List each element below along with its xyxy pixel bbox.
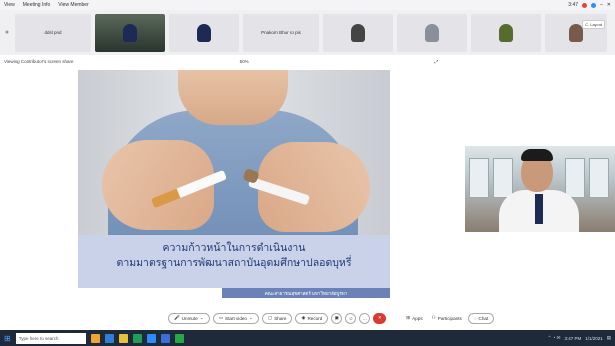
folder-icon[interactable] xyxy=(118,333,128,343)
participant-tile[interactable]: Pnakorn Bhur ro pis xyxy=(243,13,319,52)
record-icon: ◉ xyxy=(301,315,306,320)
unmute-button[interactable]: 🎤 Unmute ⌄ xyxy=(168,312,210,324)
chat-button[interactable]: ◌ Chat xyxy=(467,312,495,324)
start-video-label: Start video xyxy=(225,315,247,321)
meeting-window: View Meeting Info View Member 3:47 – ✕ ●… xyxy=(0,0,615,346)
window-shape xyxy=(493,158,513,198)
participant-avatar xyxy=(351,23,365,42)
speaker-tie-shape xyxy=(535,194,543,224)
participant-video xyxy=(123,23,137,42)
speaker-hair-shape xyxy=(521,149,553,161)
window-shape xyxy=(589,158,609,198)
participant-tile[interactable] xyxy=(471,13,541,52)
slide-subtitle: คณะสาธารณสุขศาสตร์ มหาวิทยาลัยบูรพา xyxy=(222,288,390,298)
app-icon[interactable] xyxy=(132,333,142,343)
tray-icons[interactable]: ⌃ ◔ ✉ xyxy=(548,335,561,341)
topbar-right: 3:47 – ✕ xyxy=(568,2,611,8)
menu-view[interactable]: View xyxy=(4,2,15,8)
apps-label: Apps xyxy=(412,315,423,321)
slide-title-line1: ความก้าวหน้าในการดำเนินงาน xyxy=(162,242,306,254)
zoom-level[interactable]: 50% xyxy=(240,59,249,64)
participant-name: ddsl pnd xyxy=(44,30,62,35)
strip-prev-icon[interactable]: ● xyxy=(3,29,11,36)
app-icon[interactable] xyxy=(104,333,114,343)
captions-button[interactable]: ▣ xyxy=(331,312,343,324)
speaker-video[interactable] xyxy=(465,146,615,232)
speaker-tooltip: C. Lay.nd xyxy=(582,19,605,29)
close-icon[interactable]: ✕ xyxy=(607,2,611,8)
app-icon[interactable] xyxy=(174,333,184,343)
minimize-icon[interactable]: – xyxy=(600,2,603,8)
taskbar-date: 1/1/2021 xyxy=(585,335,603,341)
participant-avatar xyxy=(569,23,583,42)
menu-view-member[interactable]: View Member xyxy=(58,2,88,8)
clock: 3:47 xyxy=(568,2,579,8)
shared-slide: ความก้าวหน้าในการดำเนินงาน ตามมาตรฐานการ… xyxy=(26,70,460,306)
window-shape xyxy=(565,158,585,198)
participant-tile[interactable]: ddsl pnd xyxy=(15,13,91,52)
participant-strip: ● ddsl pnd Pnakorn Bhur ro pis C. Lay.nd xyxy=(0,10,615,55)
smile-icon: ☺ xyxy=(348,315,354,321)
start-video-button[interactable]: ▭ Start video ⌄ xyxy=(212,312,259,324)
record-button[interactable]: ◉ Record xyxy=(295,312,329,324)
record-dot-icon xyxy=(582,2,588,8)
apps-icon: ⊞ xyxy=(406,315,411,320)
more-button[interactable]: … xyxy=(359,312,371,324)
meeting-controls: 🎤 Unmute ⌄ ▭ Start video ⌄ ▢ Share ◉ Rec… xyxy=(168,311,612,325)
unmute-label: Unmute xyxy=(181,315,198,321)
chevron-down-icon: ⌄ xyxy=(249,315,253,320)
os-taskbar: ⊞ Type here to search ⌃ ◔ ✉ 3:47 PM 1/1/… xyxy=(0,330,615,346)
participant-avatar xyxy=(499,23,513,42)
close-icon: ✕ xyxy=(377,315,382,320)
chevron-down-icon: ⌄ xyxy=(199,315,204,320)
system-tray: ⌃ ◔ ✉ 3:47 PM 1/1/2021 ▤ xyxy=(548,335,611,341)
mic-icon: 🎤 xyxy=(174,315,180,320)
participant-avatar xyxy=(425,23,439,42)
participant-avatar xyxy=(197,23,211,42)
chat-label: Chat xyxy=(478,315,489,321)
taskbar-time: 3:47 PM xyxy=(564,335,582,341)
chat-icon: ◌ xyxy=(473,315,477,321)
people-icon: ⚇ xyxy=(431,315,436,320)
reactions-button[interactable]: ☺ xyxy=(345,312,357,324)
apps-button[interactable]: ⊞ Apps xyxy=(403,315,425,321)
slide-footer xyxy=(26,288,86,298)
share-subbar: Viewing Contributor's screen share 50% ⤢ xyxy=(0,57,615,66)
zoom-app-icon[interactable] xyxy=(146,333,156,343)
share-status: Viewing Contributor's screen share xyxy=(4,59,74,64)
participant-video-tile[interactable] xyxy=(95,13,165,52)
notification-icon[interactable]: ▤ xyxy=(607,335,611,341)
slide-title-band: ความก้าวหน้าในการดำเนินงาน ตามมาตรฐานการ… xyxy=(78,235,390,288)
participants-button[interactable]: ⚇ Participants xyxy=(429,315,465,321)
participant-tile[interactable] xyxy=(323,13,393,52)
participant-name: Pnakorn Bhur ro pis xyxy=(261,30,301,35)
taskbar-search[interactable]: Type here to search xyxy=(15,332,86,344)
share-icon: ▢ xyxy=(267,315,273,320)
status-dot-icon xyxy=(591,2,597,8)
slide-title-line2: ตามมาตรฐานการพัฒนาสถาบันอุดมศึกษาปลอดบุห… xyxy=(116,257,352,269)
leave-button[interactable]: ✕ xyxy=(373,312,387,324)
more-icon: … xyxy=(362,315,368,321)
menu-meeting-info[interactable]: Meeting Info xyxy=(23,2,51,8)
participant-tile[interactable] xyxy=(169,13,239,52)
share-label: Share xyxy=(274,315,287,321)
expand-icon[interactable]: ⤢ xyxy=(435,59,439,64)
captions-icon: ▣ xyxy=(334,315,339,320)
window-shape xyxy=(469,158,489,198)
record-label: Record xyxy=(307,315,323,321)
window-topbar: View Meeting Info View Member 3:47 – ✕ xyxy=(0,0,615,10)
camera-icon: ▭ xyxy=(218,315,224,320)
app-icon[interactable] xyxy=(160,333,170,343)
share-button[interactable]: ▢ Share xyxy=(261,312,293,324)
windows-start-icon[interactable]: ⊞ xyxy=(4,334,11,343)
participant-tile[interactable]: C. Lay.nd xyxy=(545,13,607,52)
participants-label: Participants xyxy=(437,315,462,321)
participant-tile[interactable] xyxy=(397,13,467,52)
slide-photo xyxy=(78,70,390,235)
face-shape xyxy=(178,70,288,125)
app-icon[interactable] xyxy=(90,333,100,343)
